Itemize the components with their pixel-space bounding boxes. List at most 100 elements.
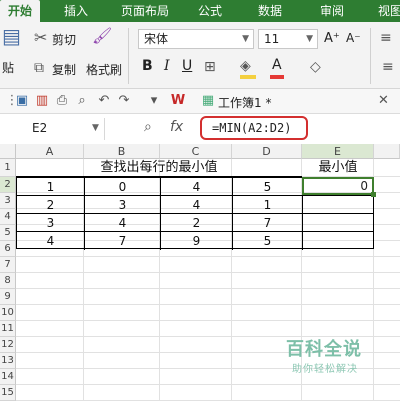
align-left-icon[interactable]: ≡ — [380, 30, 392, 46]
merged-title-cell[interactable]: 查找出每行的最小值 — [16, 159, 302, 177]
paste-button-label[interactable]: 贴 — [2, 59, 14, 76]
table-cell[interactable]: 1 — [233, 196, 303, 214]
export-pdf-icon[interactable]: ▥ — [34, 93, 50, 109]
tab-home[interactable]: 开始 — [0, 0, 40, 22]
table-cell-e[interactable] — [303, 214, 373, 232]
table-cell[interactable]: 1 — [17, 178, 85, 196]
gridline — [16, 304, 400, 305]
tab-insert[interactable]: 插入 — [52, 0, 100, 22]
undo-icon[interactable]: ↶ — [96, 93, 112, 109]
table-cell[interactable]: 3 — [17, 214, 85, 232]
chevron-down-icon: ▼ — [92, 123, 99, 133]
format-painter-icon[interactable]: 🖌 — [92, 28, 112, 44]
tab-formulas[interactable]: 公式 — [186, 0, 234, 22]
row-header[interactable]: 15 — [0, 385, 16, 401]
table-cell[interactable]: 4 — [85, 214, 161, 232]
spreadsheet-grid: A B C D E 1 2 3 4 5 6 7 8 9 10 11 12 13 14 15 查找出每行的最小… — [0, 144, 400, 401]
table-cell[interactable]: 2 — [161, 214, 233, 232]
clear-format-icon[interactable]: ◇ — [310, 59, 321, 75]
row-header[interactable]: 13 — [0, 353, 16, 369]
row-header[interactable]: 1 — [0, 159, 16, 177]
table-cell[interactable]: 7 — [85, 232, 161, 250]
row-header[interactable]: 4 — [0, 209, 16, 225]
paste-icon[interactable]: ▤ — [2, 26, 21, 46]
row-header[interactable]: 8 — [0, 273, 16, 289]
table-cell[interactable]: 4 — [161, 196, 233, 214]
font-color-bar — [270, 75, 284, 79]
row-header[interactable]: 9 — [0, 289, 16, 305]
save-icon[interactable]: ▣ — [14, 93, 30, 109]
row-header[interactable]: 14 — [0, 369, 16, 385]
cell-e1[interactable]: 最小值 — [302, 159, 374, 177]
tab-view[interactable]: 视图 — [370, 0, 400, 22]
column-header-e[interactable]: E — [302, 144, 374, 159]
table-cell-e[interactable] — [303, 196, 373, 214]
decrease-font-icon[interactable]: A⁻ — [346, 31, 361, 45]
font-name-select[interactable]: 宋体 ▼ — [138, 29, 254, 49]
row-header[interactable]: 3 — [0, 193, 16, 209]
table-cell-e[interactable] — [303, 232, 373, 250]
format-painter-label[interactable]: 格式刷 — [86, 61, 122, 78]
zoom-icon[interactable]: ⌕ — [144, 119, 152, 135]
cut-button-label[interactable]: 剪切 — [52, 31, 76, 48]
font-name-value: 宋体 — [144, 32, 169, 46]
row-header[interactable]: 5 — [0, 225, 16, 241]
chevron-down-icon: ▼ — [306, 34, 313, 44]
ribbon-separator — [128, 28, 129, 84]
print-preview-icon[interactable]: ⌕ — [74, 93, 90, 109]
align-center-icon[interactable]: ≡ — [382, 59, 394, 75]
close-icon[interactable]: ✕ — [378, 93, 389, 108]
workbook-tab-title[interactable]: 工作簿1 * — [218, 94, 271, 111]
table-cell[interactable]: 5 — [233, 178, 303, 196]
table-cell[interactable]: 5 — [233, 232, 303, 250]
wps-logo-icon[interactable]: W — [170, 93, 186, 109]
column-header-d[interactable]: D — [232, 144, 302, 159]
print-icon[interactable]: ⎙ — [54, 93, 70, 109]
font-size-select[interactable]: 11 ▼ — [258, 29, 318, 49]
underline-icon[interactable]: U — [182, 58, 192, 74]
bold-icon[interactable]: B — [142, 58, 153, 74]
column-header-c[interactable]: C — [160, 144, 232, 159]
table-cell[interactable]: 3 — [85, 196, 161, 214]
table-cell[interactable]: 0 — [85, 178, 161, 196]
italic-icon[interactable]: I — [164, 58, 170, 74]
name-box[interactable]: E2 ▼ — [0, 118, 105, 140]
tab-review[interactable]: 审阅 — [308, 0, 356, 22]
scissors-icon[interactable]: ✂ — [34, 30, 47, 46]
row-header[interactable]: 11 — [0, 321, 16, 337]
watermark-title: 百科全说 — [286, 339, 362, 360]
selected-cell-e2[interactable]: 0 — [302, 177, 374, 195]
gridline — [16, 320, 400, 321]
function-icon[interactable]: fx — [170, 119, 183, 135]
row-header[interactable]: 7 — [0, 257, 16, 273]
table-cell[interactable]: 7 — [233, 214, 303, 232]
row-header[interactable]: 6 — [0, 241, 16, 257]
column-header-b[interactable]: B — [84, 144, 160, 159]
column-header-a[interactable]: A — [16, 144, 84, 159]
row-header[interactable]: 12 — [0, 337, 16, 353]
select-all-corner[interactable] — [0, 144, 16, 159]
table-cell[interactable]: 2 — [17, 196, 85, 214]
increase-font-icon[interactable]: A⁺ — [324, 31, 340, 46]
table-cell[interactable]: 4 — [161, 178, 233, 196]
redo-icon[interactable]: ↷ — [116, 93, 132, 109]
customize-toolbar-icon[interactable]: ▾ — [146, 93, 162, 109]
copy-icon[interactable]: ⧉ — [34, 60, 44, 76]
row-header[interactable]: 10 — [0, 305, 16, 321]
gridline — [16, 256, 400, 257]
tab-data[interactable]: 数据 — [246, 0, 294, 22]
ribbon-panel: ▤ 贴 ✂ 剪切 🖌 ⧉ 复制 格式刷 宋体 ▼ 11 ▼ A⁺ A⁻ ≡ B … — [0, 22, 400, 89]
column-header-f[interactable] — [374, 144, 400, 159]
table-cell[interactable]: 9 — [161, 232, 233, 250]
table-cell[interactable]: 4 — [17, 232, 85, 250]
fill-color-bar — [240, 75, 256, 79]
fill-color-icon[interactable]: ◈ — [240, 58, 251, 74]
gridline — [16, 272, 400, 273]
border-icon[interactable]: ⊞ — [204, 59, 216, 75]
tab-page-layout[interactable]: 页面布局 — [110, 0, 180, 22]
formula-input[interactable]: =MIN(A2:D2) — [212, 121, 291, 135]
row-header[interactable]: 2 — [0, 177, 16, 193]
font-color-icon[interactable]: A — [272, 57, 282, 73]
copy-button-label[interactable]: 复制 — [52, 61, 76, 78]
fill-handle[interactable] — [371, 192, 376, 197]
